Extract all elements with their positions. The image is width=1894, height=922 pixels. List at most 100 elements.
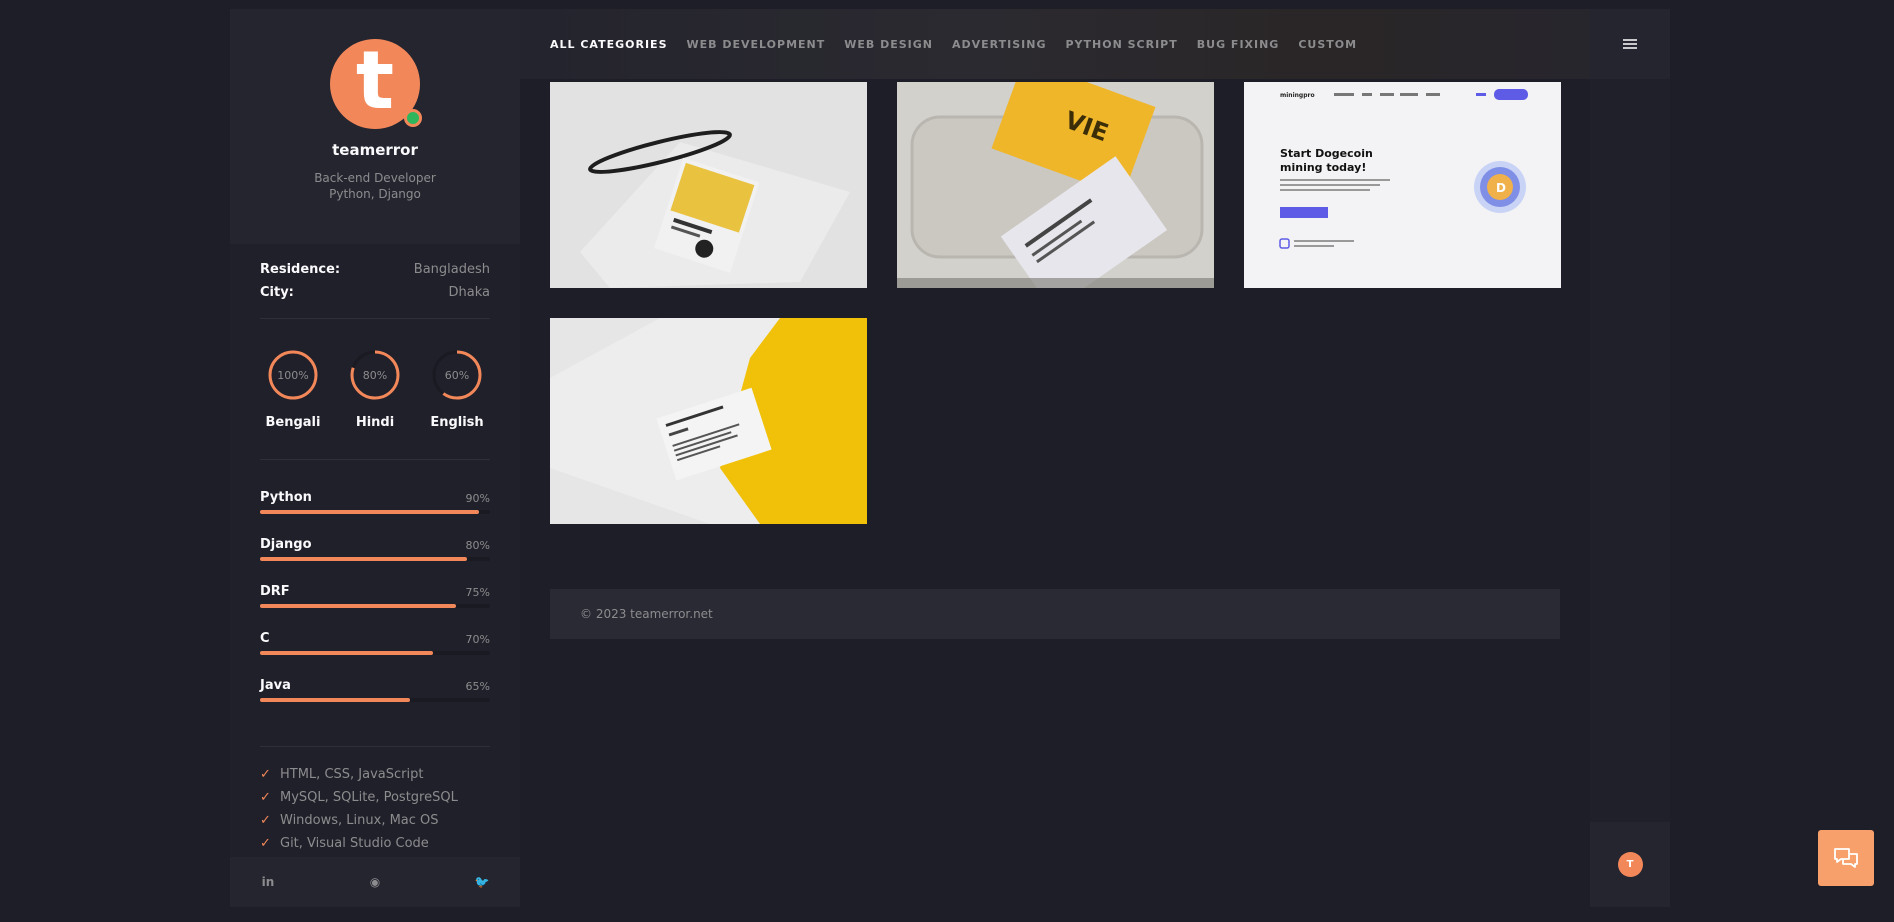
skill-bar-fill (260, 651, 433, 655)
language-percent: 100% (277, 369, 308, 382)
skill-percent: 70% (465, 633, 490, 646)
skill-bar (260, 604, 490, 608)
mockup-headline: Start Dogecoin (1280, 147, 1373, 160)
tools-list: ✓ HTML, CSS, JavaScript ✓ MySQL, SQLite, P… (260, 747, 490, 855)
info-value: Bangladesh (413, 262, 490, 277)
language-hindi: 80% Hindi (342, 349, 408, 459)
info-row-city: City: Dhaka (260, 281, 490, 304)
skill-bar-fill (260, 698, 410, 702)
skill-name: Django (260, 537, 312, 552)
skill-name: Python (260, 490, 312, 505)
tab-bug-fixing[interactable]: BUG FIXING (1197, 38, 1280, 51)
info-key: Residence: (260, 262, 341, 277)
rail-bottom: T (1590, 822, 1670, 907)
business-card-image: VIE (897, 82, 1214, 288)
skills: Python 90% Django 80% DRF 75% C 70% Java 65% (260, 460, 490, 746)
portfolio-item[interactable] (550, 318, 867, 524)
check-icon: ✓ (260, 767, 271, 782)
language-name: Hindi (355, 415, 395, 430)
language-ring: 60% (432, 350, 482, 400)
skill-python: Python 90% (260, 488, 490, 535)
copyright-text: © 2023 teamerror.net (580, 607, 713, 621)
role-line: Back-end Developer (314, 171, 436, 185)
hamburger-menu-icon[interactable] (1623, 37, 1637, 51)
mockup-brand: miningpro (1280, 92, 1315, 99)
svg-text:D: D (1496, 181, 1506, 195)
card-holder-image (550, 318, 867, 524)
avatar[interactable]: t (330, 34, 422, 129)
language-english: 60% English (424, 349, 490, 459)
info-row-residence: Residence: Bangladesh (260, 258, 490, 281)
role-line: Python, Django (329, 187, 421, 201)
language-bengali: 100% Bengali (260, 349, 326, 459)
online-status-icon (404, 109, 422, 127)
skill-bar (260, 510, 490, 514)
tab-advertising[interactable]: ADVERTISING (952, 38, 1047, 51)
skill-c: C 70% (260, 629, 490, 676)
check-icon: ✓ (260, 790, 271, 805)
info-key: City: (260, 285, 294, 300)
list-item: ✓ HTML, CSS, JavaScript (260, 763, 490, 786)
skill-percent: 90% (465, 492, 490, 505)
menu-area (1590, 9, 1670, 79)
skill-bar (260, 698, 490, 702)
language-ring: 80% (350, 350, 400, 400)
portfolio-item[interactable] (550, 82, 867, 288)
main-content: ALL CATEGORIES WEB DEVELOPMENT WEB DESIG… (520, 9, 1670, 907)
skill-bar (260, 651, 490, 655)
skill-percent: 80% (465, 539, 490, 552)
portfolio-item[interactable]: miningpro Start Dogecoin mining today! D (1244, 82, 1561, 288)
language-percent: 60% (445, 369, 469, 382)
tab-web-design[interactable]: WEB DESIGN (844, 38, 933, 51)
tool-label: HTML, CSS, JavaScript (280, 767, 424, 782)
profile-name: teamerror (332, 141, 418, 159)
skill-percent: 75% (465, 586, 490, 599)
skill-name: DRF (260, 584, 290, 599)
skill-bar-fill (260, 557, 467, 561)
tab-custom[interactable]: CUSTOM (1298, 38, 1357, 51)
social-links: in ◉ 🐦 (230, 857, 520, 907)
language-ring: 100% (268, 350, 318, 400)
skill-bar (260, 557, 490, 561)
skill-django: Django 80% (260, 535, 490, 582)
mockup-headline: mining today! (1280, 161, 1366, 174)
sidebar-content: Residence: Bangladesh City: Dhaka 100% B… (230, 244, 520, 855)
chat-button[interactable] (1818, 830, 1874, 886)
skill-name: C (260, 631, 270, 646)
tab-python-script[interactable]: PYTHON SCRIPT (1066, 38, 1178, 51)
skill-percent: 65% (465, 680, 490, 693)
footer: © 2023 teamerror.net (550, 589, 1560, 639)
tool-label: Git, Visual Studio Code (280, 836, 429, 851)
skill-bar-fill (260, 510, 479, 514)
avatar-letter: t (355, 34, 395, 127)
profile-card: t teamerror Back-end Developer Python, D… (230, 9, 520, 244)
skill-name: Java (260, 678, 291, 693)
info-value: Dhaka (448, 285, 490, 300)
list-item: ✓ MySQL, SQLite, PostgreSQL (260, 786, 490, 809)
category-filter: ALL CATEGORIES WEB DEVELOPMENT WEB DESIG… (520, 9, 1590, 79)
twitter-icon[interactable]: 🐦 (474, 875, 490, 889)
portfolio-item[interactable]: VIE (897, 82, 1214, 288)
check-icon: ✓ (260, 813, 271, 828)
skill-drf: DRF 75% (260, 582, 490, 629)
github-icon[interactable]: ◉ (367, 875, 383, 889)
chat-icon (1834, 848, 1858, 868)
language-name: English (430, 415, 484, 430)
tool-label: Windows, Linux, Mac OS (280, 813, 439, 828)
page-frame: t teamerror Back-end Developer Python, D… (230, 9, 1670, 907)
tab-all-categories[interactable]: ALL CATEGORIES (550, 38, 668, 51)
skill-bar-fill (260, 604, 456, 608)
skill-java: Java 65% (260, 676, 490, 723)
right-rail: T (1590, 9, 1670, 907)
sidebar: t teamerror Back-end Developer Python, D… (230, 9, 520, 907)
language-percent: 80% (363, 369, 387, 382)
list-item: ✓ Windows, Linux, Mac OS (260, 809, 490, 832)
check-icon: ✓ (260, 836, 271, 851)
user-avatar-icon[interactable]: T (1617, 852, 1643, 877)
tab-web-development[interactable]: WEB DEVELOPMENT (687, 38, 826, 51)
languages: 100% Bengali 80% Hindi 60% English (260, 319, 490, 459)
website-mockup-image: miningpro Start Dogecoin mining today! D (1244, 82, 1561, 288)
linkedin-icon[interactable]: in (260, 875, 276, 889)
badge-mockup-image (550, 82, 867, 288)
tool-label: MySQL, SQLite, PostgreSQL (280, 790, 458, 805)
